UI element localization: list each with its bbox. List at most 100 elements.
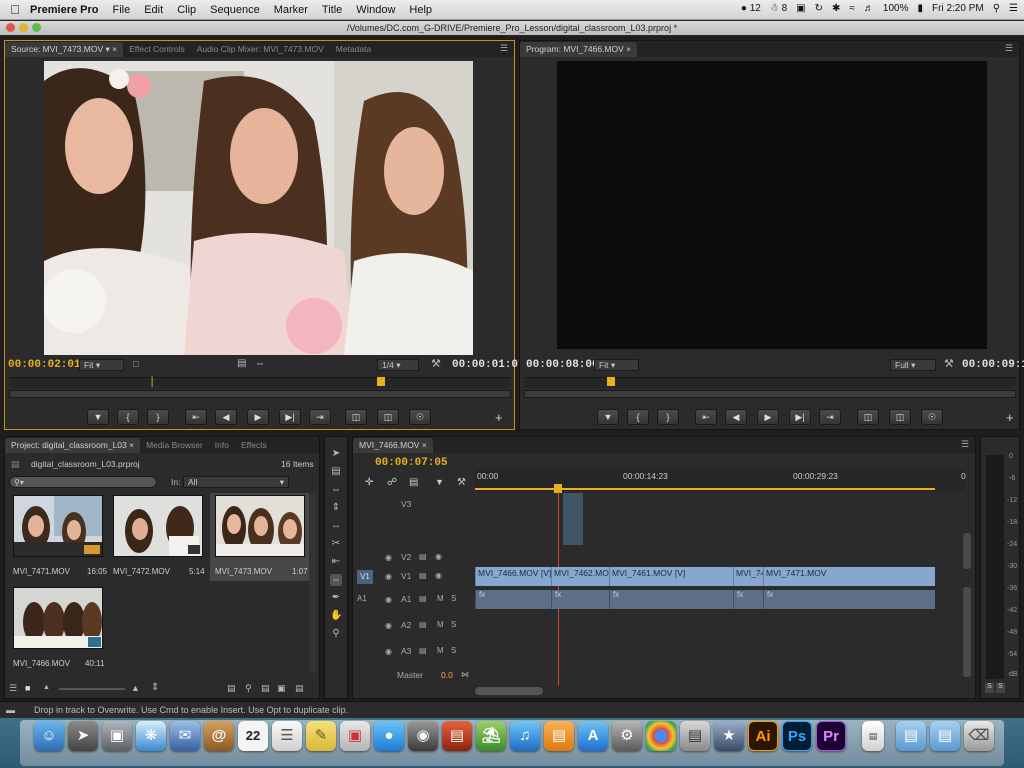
app-menu[interactable]: Premiere Pro	[30, 4, 98, 16]
track-v2-lock-icon[interactable]: ◉	[385, 553, 392, 562]
source-time-ruler[interactable]	[9, 377, 511, 388]
project-clip-item[interactable]: MVI_7472.MOV 5:14	[111, 495, 205, 579]
ripple-edit-tool-icon[interactable]: ⇔	[330, 484, 342, 496]
program-add-marker-button[interactable]: ▼	[597, 409, 619, 425]
program-fit-dropdown[interactable]: Fit ▾	[594, 359, 639, 371]
timeline-time-ruler[interactable]: 00:00 00:00:14:23 00:00:29:23 0	[475, 469, 966, 491]
tab-media-browser[interactable]: Media Browser	[140, 438, 209, 453]
close-window-icon[interactable]	[6, 23, 15, 32]
ibooks-icon[interactable]: ▤	[544, 721, 574, 751]
tab-effect-controls[interactable]: Effect Controls	[123, 42, 191, 57]
list-view-icon[interactable]: ☰	[9, 683, 17, 694]
notes-icon[interactable]: ✎	[306, 721, 336, 751]
project-scrollbar[interactable]	[309, 493, 317, 673]
zoom-window-icon[interactable]	[32, 23, 41, 32]
play-button[interactable]: ▶	[247, 409, 269, 425]
program-export-frame-button[interactable]: ☉	[921, 409, 943, 425]
source-trim-icon[interactable]: ⇔	[255, 358, 265, 369]
menu-window[interactable]: Window	[356, 4, 395, 16]
menu-edit[interactable]: Edit	[144, 4, 163, 16]
thumbnail-size-slider[interactable]	[59, 688, 125, 690]
automate-to-sequence-icon[interactable]: ▤	[227, 683, 236, 694]
snap-icon[interactable]: ✛	[365, 477, 373, 488]
project-clip-item-selected[interactable]: MVI_7473.MOV 1:07	[210, 493, 310, 581]
tab-program[interactable]: Program: MVI_7466.MOV ×	[520, 42, 638, 57]
zoom-tool-icon[interactable]: ⚲	[330, 628, 342, 640]
creative-cloud-icon[interactable]: ● 12	[741, 3, 761, 14]
timeline-panel-menu-icon[interactable]: ☰	[961, 439, 969, 450]
program-playhead-timecode[interactable]: 00:00:08:06	[526, 359, 599, 371]
timeline-video-clip[interactable]: MVI_7461.MOV [V]	[609, 567, 733, 586]
display-icon[interactable]: ▣	[796, 3, 805, 14]
rolling-edit-tool-icon[interactable]: ⇕	[330, 502, 342, 514]
program-panel-menu-icon[interactable]: ☰	[1005, 43, 1013, 54]
track-a3-sync-icon[interactable]: ▤	[419, 646, 427, 655]
program-step-forward-button[interactable]: ▶|	[789, 409, 811, 425]
track-a1-solo[interactable]: S	[451, 594, 456, 603]
tab-source[interactable]: Source: MVI_7473.MOV ▾ ×	[5, 42, 124, 57]
finder-icon[interactable]: ☺	[34, 721, 64, 751]
slip-tool-icon[interactable]: ⇤	[330, 556, 342, 568]
source-settings-wrench-icon[interactable]: ⚒	[431, 357, 441, 370]
step-back-button[interactable]: ◀	[215, 409, 237, 425]
track-a2-sync-icon[interactable]: ▤	[419, 620, 427, 629]
source-marker-icon[interactable]: □	[133, 359, 138, 369]
disk-utility-icon[interactable]: ▤	[680, 721, 710, 751]
app-store-icon[interactable]: A	[578, 721, 608, 751]
spotlight-icon[interactable]: ⚲	[993, 3, 1000, 14]
photoshop-icon[interactable]: Ps	[782, 721, 812, 751]
track-a3-lock-icon[interactable]: ◉	[385, 647, 392, 656]
trash-icon[interactable]: ⌫	[964, 721, 994, 751]
battery-status[interactable]: 100%	[883, 3, 909, 14]
tab-metadata[interactable]: Metadata	[330, 42, 377, 57]
new-bin-icon[interactable]: ▤	[261, 683, 270, 694]
track-a1-mute[interactable]: M	[437, 594, 444, 603]
timeline-audio-clip[interactable]: fx	[763, 590, 935, 609]
track-a2-mute[interactable]: M	[437, 620, 444, 629]
track-a2-lock-icon[interactable]: ◉	[385, 621, 392, 630]
chrome-icon[interactable]	[646, 721, 676, 751]
imovie-icon[interactable]: ★	[714, 721, 744, 751]
step-forward-button[interactable]: ▶|	[279, 409, 301, 425]
source-zoom-scrollbar[interactable]	[9, 390, 511, 398]
applications-folder-icon[interactable]: ▤	[896, 721, 926, 751]
hand-tool-icon[interactable]: ✋	[330, 610, 342, 622]
icon-view-icon[interactable]: ■	[25, 683, 30, 693]
track-select-tool-icon[interactable]: ▤	[330, 466, 342, 478]
work-area-bar[interactable]	[475, 488, 935, 490]
apple-menu-icon[interactable]: 	[0, 2, 30, 17]
lift-button[interactable]: ◫	[857, 409, 879, 425]
timeline-audio-clip[interactable]: fx	[609, 590, 733, 609]
add-marker-button[interactable]: ▼	[87, 409, 109, 425]
archive-file-icon[interactable]: ▤	[862, 721, 884, 751]
timeline-audio-clip[interactable]: fx	[733, 590, 763, 609]
photo-booth-icon[interactable]: ▤	[442, 721, 472, 751]
timeline-audio-clip[interactable]: fx	[475, 590, 551, 609]
pen-tool-icon[interactable]: ✒	[330, 592, 342, 604]
timeline-v-scrollbar-audio[interactable]	[963, 587, 971, 677]
calendar-icon[interactable]: 22	[238, 721, 268, 751]
in-filter-dropdown[interactable]: All ▾	[183, 476, 289, 488]
program-play-button[interactable]: ▶	[757, 409, 779, 425]
overwrite-button[interactable]: ◫	[377, 409, 399, 425]
find-icon[interactable]: ⚲	[245, 683, 252, 694]
messages-icon[interactable]: ●	[374, 721, 404, 751]
zoom-out-icon[interactable]: ▲	[43, 684, 50, 691]
illustrator-icon[interactable]: Ai	[748, 721, 778, 751]
selection-tool-icon[interactable]: ➤	[330, 448, 342, 460]
program-zoom-scrollbar[interactable]	[524, 390, 1016, 398]
clock[interactable]: Fri 2:20 PM	[932, 3, 984, 14]
mail-icon[interactable]: ✉	[170, 721, 200, 751]
insert-button[interactable]: ◫	[345, 409, 367, 425]
source-patch-a1[interactable]: A1	[357, 594, 367, 603]
trash-icon[interactable]: ▤	[295, 683, 304, 694]
mark-out-button[interactable]: }	[147, 409, 169, 425]
track-v1-lock-icon[interactable]: ◉	[385, 572, 392, 581]
extract-button[interactable]: ◫	[889, 409, 911, 425]
sort-icon[interactable]: ⇕	[151, 682, 159, 693]
volume-icon[interactable]: ♬	[864, 3, 874, 14]
program-mark-in-button[interactable]: {	[627, 409, 649, 425]
reminders-icon[interactable]: ☰	[272, 721, 302, 751]
menu-help[interactable]: Help	[409, 4, 432, 16]
contacts-icon[interactable]: @	[204, 721, 234, 751]
